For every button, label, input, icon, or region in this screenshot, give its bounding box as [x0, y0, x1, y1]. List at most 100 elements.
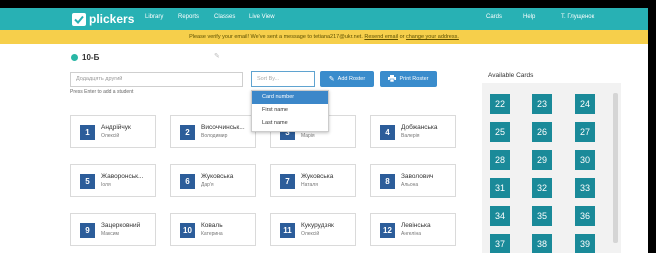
plickers-logo-icon: [72, 12, 86, 26]
print-roster-button[interactable]: Print Roster: [380, 71, 437, 87]
available-card-tile[interactable]: 34: [490, 206, 510, 226]
top-black-strip: [0, 0, 656, 8]
student-last-name: Кукурудзяк: [301, 222, 334, 229]
available-cards-scrollbar[interactable]: [613, 93, 618, 243]
logo-text: plickers: [89, 12, 135, 26]
student-first-name: Дар'я: [201, 182, 214, 188]
student-first-name: Олексій: [301, 231, 320, 237]
card-number-badge: 7: [280, 174, 295, 189]
available-card-tile[interactable]: 32: [532, 178, 552, 198]
student-first-name: Максим: [101, 231, 119, 237]
card-number-badge: 2: [180, 125, 195, 140]
change-address-link[interactable]: change your address.: [406, 34, 459, 40]
student-card[interactable]: 6 Жуковська Дар'я: [170, 164, 256, 197]
student-last-name: Зацерковний: [101, 222, 141, 229]
student-first-name: Марія: [301, 133, 315, 139]
nav-cards[interactable]: Cards: [486, 14, 502, 20]
nav-reports[interactable]: Reports: [178, 14, 199, 20]
available-card-tile[interactable]: 25: [490, 122, 510, 142]
edit-pencil-icon[interactable]: ✎: [214, 52, 220, 60]
available-card-tile[interactable]: 39: [575, 234, 595, 253]
available-card-tile[interactable]: 38: [532, 234, 552, 253]
student-card[interactable]: 10 Коваль Катерина: [170, 213, 256, 246]
student-first-name: Ангеліна: [401, 231, 421, 237]
student-last-name: Коваль: [201, 222, 223, 229]
available-card-tile[interactable]: 26: [532, 122, 552, 142]
card-number-badge: 6: [180, 174, 195, 189]
student-first-name: Іоля: [101, 182, 111, 188]
sort-by-select[interactable]: Sort By...: [251, 71, 315, 87]
add-roster-label: Add Roster: [337, 76, 366, 82]
add-roster-button[interactable]: ✎ Add Roster: [320, 71, 374, 87]
plickers-logo[interactable]: plickers: [72, 11, 134, 27]
student-card[interactable]: 8 Заволович Альона: [370, 164, 456, 197]
nav-help[interactable]: Help: [523, 14, 535, 20]
available-card-tile[interactable]: 36: [575, 206, 595, 226]
card-number-badge: 4: [380, 125, 395, 140]
class-color-dot: [71, 54, 78, 61]
card-number-badge: 5: [80, 174, 95, 189]
nav-user-menu[interactable]: T. Глущенок: [561, 14, 594, 20]
nav-library[interactable]: Library: [145, 14, 163, 20]
class-name: 10-Б: [82, 53, 100, 62]
banner-text: Please verify your email! We've sent a m…: [189, 34, 363, 40]
available-card-tile[interactable]: 37: [490, 234, 510, 253]
available-cards-title: Available Cards: [488, 72, 534, 79]
available-card-tile[interactable]: 24: [575, 94, 595, 114]
print-roster-label: Print Roster: [399, 76, 429, 82]
card-number-badge: 11: [280, 223, 295, 238]
available-card-tile[interactable]: 35: [532, 206, 552, 226]
student-last-name: Заволович: [401, 173, 434, 180]
card-number-badge: 10: [180, 223, 195, 238]
sort-option-last-name[interactable]: Last name: [252, 117, 328, 130]
pencil-icon: ✎: [328, 76, 335, 83]
top-navigation-bar: plickers Library Reports Classes Live Vi…: [0, 8, 648, 30]
student-first-name: Олексій: [101, 133, 120, 139]
sort-by-dropdown: Card number First name Last name: [251, 90, 329, 132]
card-number-badge: 9: [80, 223, 95, 238]
student-last-name: Левінська: [401, 222, 431, 229]
sort-option-first-name[interactable]: First name: [252, 104, 328, 117]
nav-classes[interactable]: Classes: [214, 14, 235, 20]
student-card[interactable]: 9 Зацерковний Максим: [70, 213, 156, 246]
student-first-name: Наталя: [301, 182, 318, 188]
available-card-tile[interactable]: 31: [490, 178, 510, 198]
available-card-tile[interactable]: 23: [532, 94, 552, 114]
student-last-name: Андрійчук: [101, 124, 131, 131]
student-last-name: Жаворонськ...: [101, 173, 144, 180]
student-card[interactable]: 7 Жуковська Наталя: [270, 164, 356, 197]
sort-option-card-number[interactable]: Card number: [252, 91, 328, 104]
student-first-name: Валерія: [401, 133, 420, 139]
student-last-name: Височчинськ...: [201, 124, 245, 131]
student-first-name: Альона: [401, 182, 419, 188]
available-card-tile[interactable]: 28: [490, 150, 510, 170]
available-card-tile[interactable]: 29: [532, 150, 552, 170]
class-header: 10-Б: [71, 53, 99, 62]
banner-or: or: [399, 34, 405, 40]
student-last-name: Жуковська: [201, 173, 234, 180]
card-number-badge: 12: [380, 223, 395, 238]
add-student-hint: Press Enter to add a student: [70, 89, 134, 95]
student-last-name: Добжанська: [401, 124, 438, 131]
add-student-input[interactable]: Додадцять другий: [70, 72, 243, 87]
student-last-name: Жуковська: [301, 173, 334, 180]
available-card-tile[interactable]: 22: [490, 94, 510, 114]
student-card[interactable]: 1 Андрійчук Олексій: [70, 115, 156, 148]
plickers-window: plickers Library Reports Classes Live Vi…: [0, 0, 648, 253]
nav-live-view[interactable]: Live View: [249, 14, 275, 20]
card-number-badge: 1: [80, 125, 95, 140]
student-first-name: Володимир: [201, 133, 228, 139]
student-card[interactable]: 11 Кукурудзяк Олексій: [270, 213, 356, 246]
student-card[interactable]: 4 Добжанська Валерія: [370, 115, 456, 148]
student-card[interactable]: 5 Жаворонськ... Іоля: [70, 164, 156, 197]
verify-email-banner: Please verify your email! We've sent a m…: [0, 30, 648, 44]
card-number-badge: 8: [380, 174, 395, 189]
printer-icon: [388, 74, 397, 84]
available-card-tile[interactable]: 33: [575, 178, 595, 198]
student-card[interactable]: 12 Левінська Ангеліна: [370, 213, 456, 246]
student-first-name: Катерина: [201, 231, 223, 237]
student-card[interactable]: 2 Височчинськ... Володимир: [170, 115, 256, 148]
resend-email-link[interactable]: Resend email: [364, 34, 398, 40]
available-card-tile[interactable]: 27: [575, 122, 595, 142]
available-card-tile[interactable]: 30: [575, 150, 595, 170]
